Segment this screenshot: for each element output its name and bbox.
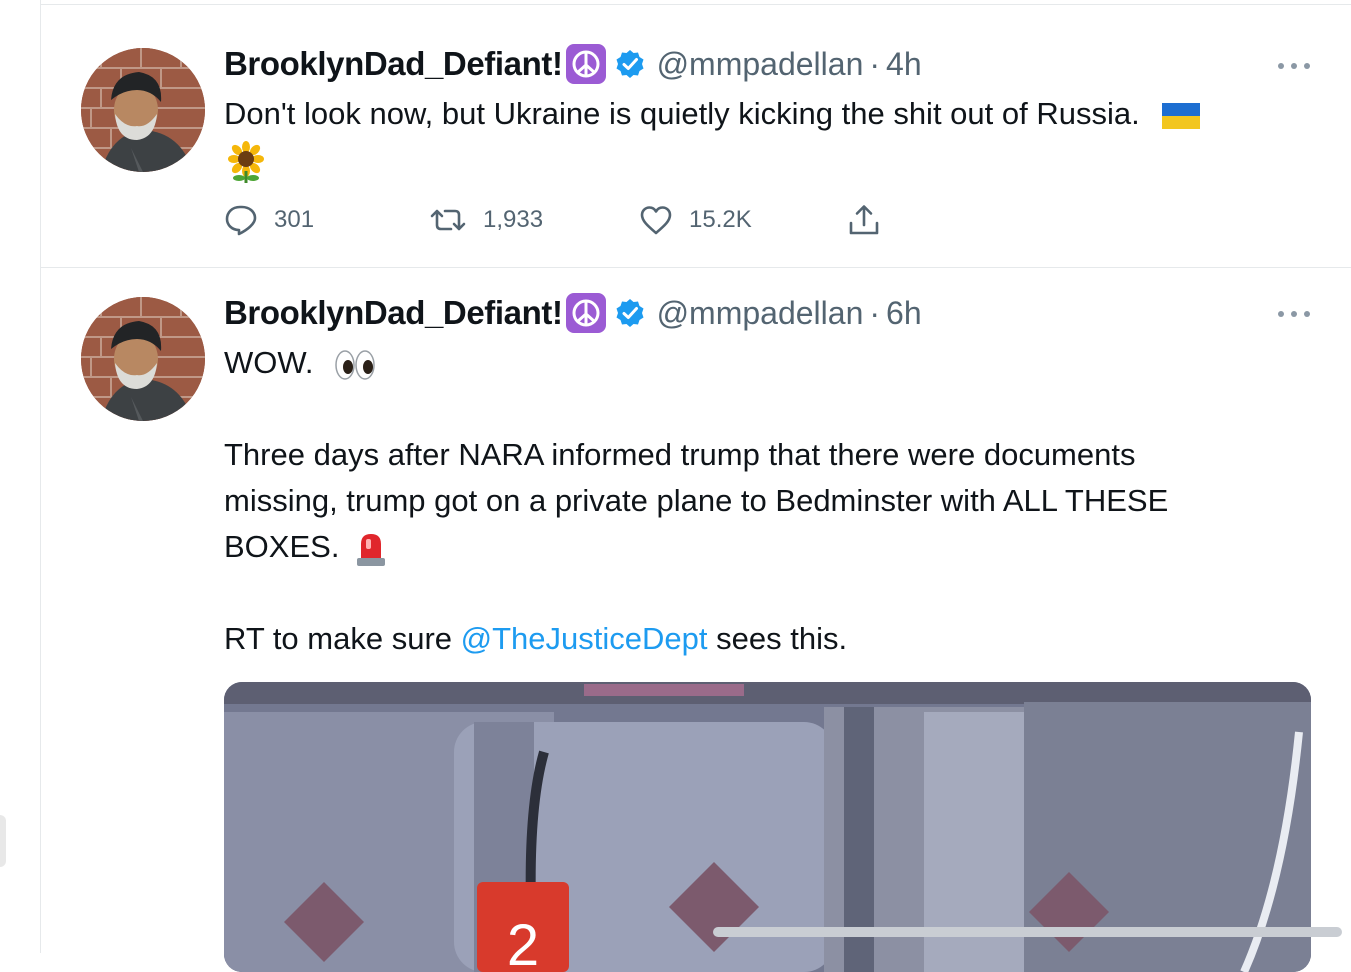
more-options-icon[interactable] (1278, 60, 1310, 72)
tweet-header: BrooklynDad_Defiant! @mmpadellan · 4h (224, 44, 922, 84)
tweet-text-line: Three days after NARA informed trump tha… (224, 437, 1136, 472)
author-name[interactable]: BrooklynDad_Defiant! (224, 294, 563, 332)
timestamp[interactable]: 6h (886, 295, 922, 332)
eyes-icon (334, 348, 376, 382)
separator: · (869, 294, 881, 331)
avatar[interactable] (81, 48, 205, 172)
timeline: BrooklynDad_Defiant! @mmpadellan · 4h Do… (40, 0, 1351, 972)
share-icon (849, 205, 879, 235)
retweet-button[interactable]: 1,933 (429, 205, 639, 235)
tweet-text-line: Don't look now, but Ukraine is quietly k… (224, 96, 1140, 131)
ukraine-flag-icon (1162, 102, 1201, 129)
tweet-text: WOW. Three days after NARA informed trum… (224, 340, 1314, 662)
share-button[interactable] (847, 203, 881, 237)
media-label: 2 (507, 913, 539, 972)
author-handle[interactable]: @mmpadellan (657, 46, 864, 83)
verified-badge-icon (615, 49, 645, 79)
mention-link[interactable]: @TheJusticeDept (461, 621, 708, 656)
avatar[interactable] (81, 297, 205, 421)
tweet-text-line: sees this. (716, 621, 848, 656)
retweet-count: 1,933 (483, 206, 544, 233)
more-options-icon[interactable] (1278, 308, 1310, 320)
retweet-icon (430, 209, 466, 231)
police-light-icon (354, 530, 388, 568)
horizontal-scrollbar[interactable] (713, 927, 1342, 937)
tweet-text-line: BOXES. (224, 529, 340, 564)
author-handle[interactable]: @mmpadellan (657, 295, 864, 332)
reply-count: 301 (274, 206, 315, 233)
peace-symbol-icon (565, 293, 606, 333)
author-name[interactable]: BrooklynDad_Defiant! (224, 45, 563, 83)
separator: · (869, 45, 881, 82)
reply-button[interactable]: 301 (224, 204, 429, 236)
reply-icon (225, 205, 257, 236)
tweet-text-line: RT to make sure (224, 621, 453, 656)
like-count: 15.2K (689, 206, 752, 233)
avatar-image (81, 48, 205, 172)
heart-icon (640, 206, 672, 235)
tweet-text: Don't look now, but Ukraine is quietly k… (224, 91, 1314, 183)
sunflower-icon (226, 140, 266, 183)
peace-symbol-icon (565, 44, 606, 84)
tweet[interactable]: BrooklynDad_Defiant! @mmpadellan · 6h WO… (41, 269, 1351, 972)
timestamp[interactable]: 4h (886, 46, 922, 83)
tweet-actions: 301 1,933 15.2K (224, 200, 881, 240)
tweet[interactable]: BrooklynDad_Defiant! @mmpadellan · 4h Do… (41, 5, 1351, 268)
window-edge-handle (0, 815, 6, 867)
like-button[interactable]: 15.2K (639, 205, 847, 235)
tweet-text-line: missing, trump got on a private plane to… (224, 483, 1169, 518)
tweet-text-line: WOW. (224, 345, 314, 380)
avatar-image (81, 297, 205, 421)
verified-badge-icon (615, 298, 645, 328)
tweet-header: BrooklynDad_Defiant! @mmpadellan · 6h (224, 293, 922, 333)
